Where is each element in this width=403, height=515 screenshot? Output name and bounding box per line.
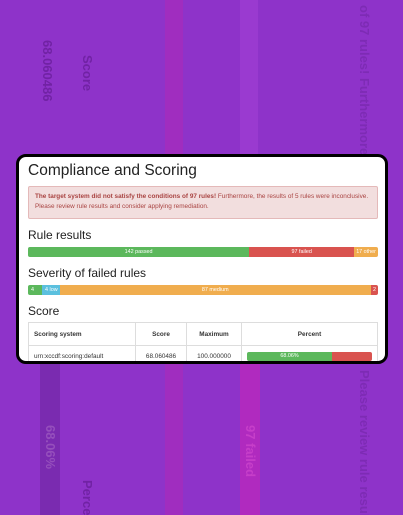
percent-bar-fail bbox=[332, 351, 372, 361]
bg-percent-label: Perce bbox=[80, 480, 95, 515]
alert-bold-text: The target system did not satisfy the co… bbox=[35, 193, 217, 200]
bg-failed-label: 97 failed bbox=[243, 425, 258, 478]
header-maximum: Maximum bbox=[186, 322, 242, 346]
rule-results-bar: 142 passed 97 failed 17 other bbox=[28, 247, 378, 257]
severity-segment: 2 bbox=[371, 285, 378, 295]
cell-percent: 68.06% bbox=[241, 345, 378, 361]
compliance-card: Compliance and Scoring The target system… bbox=[16, 154, 388, 364]
bg-alert-text-2: Please review rule results a bbox=[357, 370, 372, 515]
severity-heading: Severity of failed rules bbox=[28, 266, 147, 280]
table-row: urn:xccdf:scoring:default 68.060486 100.… bbox=[28, 345, 378, 361]
cell-score: 68.060486 bbox=[135, 345, 187, 361]
severity-bar: 44 low 87 medium 2 bbox=[28, 285, 378, 295]
rule-results-segment: 17 other bbox=[354, 247, 378, 257]
rule-results-segment: 97 failed bbox=[249, 247, 355, 257]
rule-results-section: Rule results 142 passed 97 failed 17 other bbox=[28, 228, 378, 257]
bg-score-label: Score bbox=[80, 55, 95, 92]
score-table: Scoring system Score Maximum Percent urn… bbox=[28, 322, 378, 361]
score-table-header: Scoring system Score Maximum Percent bbox=[28, 322, 378, 346]
severity-segment: 87 medium bbox=[59, 285, 371, 295]
header-scoring-system: Scoring system bbox=[28, 322, 136, 346]
score-section: Score Scoring system Score Maximum Perce… bbox=[28, 304, 378, 361]
percent-bar: 68.06% bbox=[247, 351, 372, 361]
header-percent: Percent bbox=[241, 322, 378, 346]
rule-results-segment: 142 passed bbox=[28, 247, 250, 257]
page-title: Compliance and Scoring bbox=[28, 162, 197, 179]
severity-segment: 4 low bbox=[42, 285, 60, 295]
score-heading: Score bbox=[28, 304, 60, 318]
cell-scoring-system: urn:xccdf:scoring:default bbox=[28, 345, 136, 361]
percent-bar-pass: 68.06% bbox=[247, 351, 333, 361]
severity-segment: 4 bbox=[28, 285, 42, 295]
severity-section: Severity of failed rules 44 low 87 medium… bbox=[28, 266, 378, 295]
header-score: Score bbox=[135, 322, 187, 346]
bg-percent-value: 68.06% bbox=[43, 425, 58, 470]
cell-maximum: 100.000000 bbox=[186, 345, 242, 361]
alert-banner: The target system did not satisfy the co… bbox=[28, 186, 378, 219]
rule-results-heading: Rule results bbox=[28, 228, 92, 242]
bg-score-value: 68.060486 bbox=[40, 40, 55, 102]
